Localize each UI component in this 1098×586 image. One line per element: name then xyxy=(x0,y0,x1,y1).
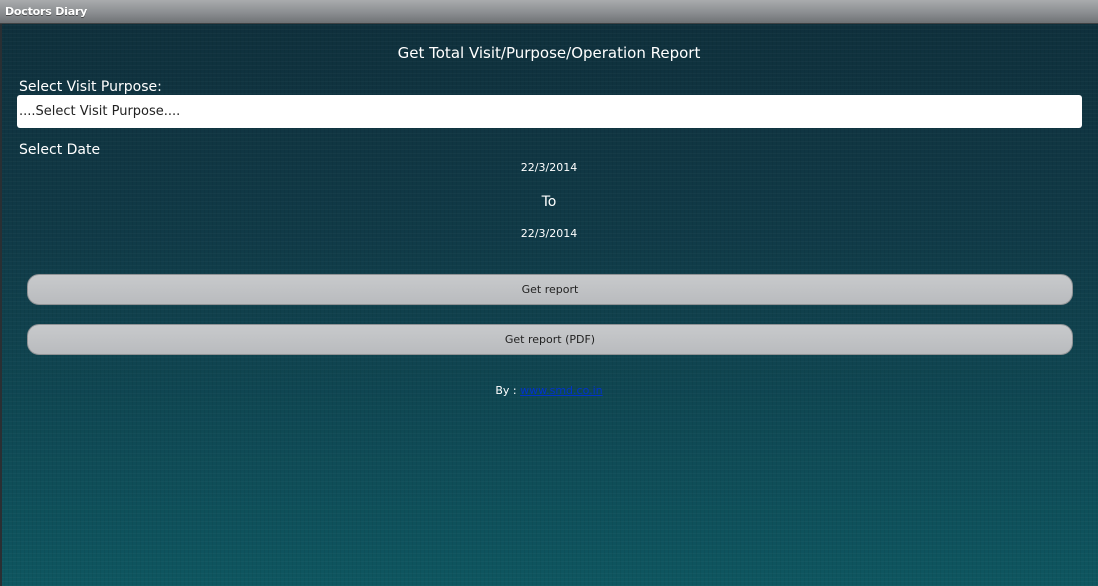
get-report-button[interactable]: Get report xyxy=(27,274,1073,305)
website-link[interactable]: www.smd.co.in xyxy=(520,384,603,397)
to-date-picker[interactable]: 22/3/2014 xyxy=(0,227,1098,240)
get-report-pdf-button[interactable]: Get report (PDF) xyxy=(27,324,1073,355)
title-bar: Doctors Diary xyxy=(0,0,1098,24)
page-title: Get Total Visit/Purpose/Operation Report xyxy=(397,44,701,62)
app-title: Doctors Diary xyxy=(5,5,88,18)
select-date-label: Select Date xyxy=(19,142,101,158)
left-edge-divider xyxy=(0,24,2,586)
visit-purpose-dropdown[interactable]: ....Select Visit Purpose.... xyxy=(17,95,1082,128)
from-date-picker[interactable]: 22/3/2014 xyxy=(0,161,1098,174)
date-range-separator: To xyxy=(541,194,557,210)
visit-purpose-label: Select Visit Purpose: xyxy=(19,79,162,95)
credit-by-label: By : xyxy=(495,384,521,397)
credit-line: By : www.smd.co.in xyxy=(0,384,1098,397)
visit-purpose-selected-value: ....Select Visit Purpose.... xyxy=(19,104,181,119)
